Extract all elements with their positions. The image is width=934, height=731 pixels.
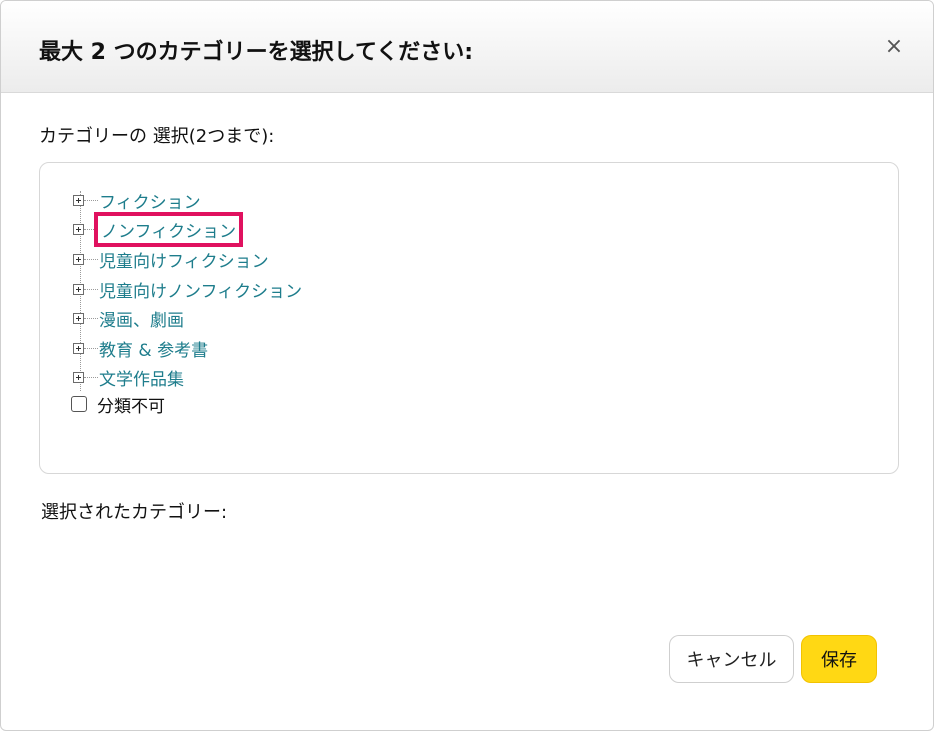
tree-link-nonfiction[interactable]: ノンフィクション: [93, 211, 244, 247]
tree-connector: [84, 228, 98, 230]
cancel-button[interactable]: キャンセル: [669, 635, 794, 683]
tree-connector: [84, 317, 98, 319]
unclassifiable-checkbox[interactable]: [71, 396, 87, 412]
tree-item-fiction: フィクション: [73, 188, 201, 213]
tree-item-childrens-nonfiction: 児童向けノンフィクション: [73, 277, 302, 302]
expand-plus-icon[interactable]: [73, 371, 84, 383]
tree-connector: [84, 347, 98, 349]
tree-connector: [84, 376, 98, 378]
tree-connector: [84, 199, 98, 201]
tree-item-manga: 漫画、劇画: [73, 306, 184, 331]
save-button[interactable]: 保存: [801, 635, 877, 683]
tree-link-childrens-nonfiction[interactable]: 児童向けノンフィクション: [99, 277, 302, 302]
tree-item-literature: 文学作品集: [73, 365, 184, 390]
tree-connector: [84, 258, 98, 260]
expand-plus-icon[interactable]: [73, 223, 84, 235]
tree-link-literature[interactable]: 文学作品集: [99, 365, 184, 390]
expand-plus-icon[interactable]: [73, 253, 84, 265]
dialog-title: 最大 2 つのカテゴリーを選択してください:: [39, 40, 474, 65]
dialog-header: 最大 2 つのカテゴリーを選択してください: ×: [1, 1, 933, 93]
tree-connector: [84, 288, 98, 290]
expand-plus-icon[interactable]: [73, 342, 84, 354]
tree-link-childrens-fiction[interactable]: 児童向けフィクション: [99, 247, 269, 272]
selected-categories-label: 選択されたカテゴリー:: [41, 502, 228, 523]
tree-item-education: 教育 & 参考書: [73, 336, 208, 361]
expand-plus-icon[interactable]: [73, 194, 84, 206]
category-dialog: 最大 2 つのカテゴリーを選択してください: × カテゴリーの 選択(2つまで)…: [0, 0, 934, 731]
tree-link-education[interactable]: 教育 & 参考書: [99, 336, 208, 361]
tree-item-nonfiction: ノンフィクション: [73, 211, 244, 247]
unclassifiable-label: 分類不可: [97, 396, 165, 417]
expand-plus-icon[interactable]: [73, 312, 84, 324]
tree-link-manga[interactable]: 漫画、劇画: [99, 306, 184, 331]
expand-plus-icon[interactable]: [73, 283, 84, 295]
tree-item-unclassifiable: 分類不可: [71, 392, 165, 417]
section-label: カテゴリーの 選択(2つまで):: [39, 126, 275, 147]
tree-link-fiction[interactable]: フィクション: [99, 188, 201, 213]
tree-item-childrens-fiction: 児童向けフィクション: [73, 247, 269, 272]
close-icon[interactable]: ×: [883, 35, 905, 59]
